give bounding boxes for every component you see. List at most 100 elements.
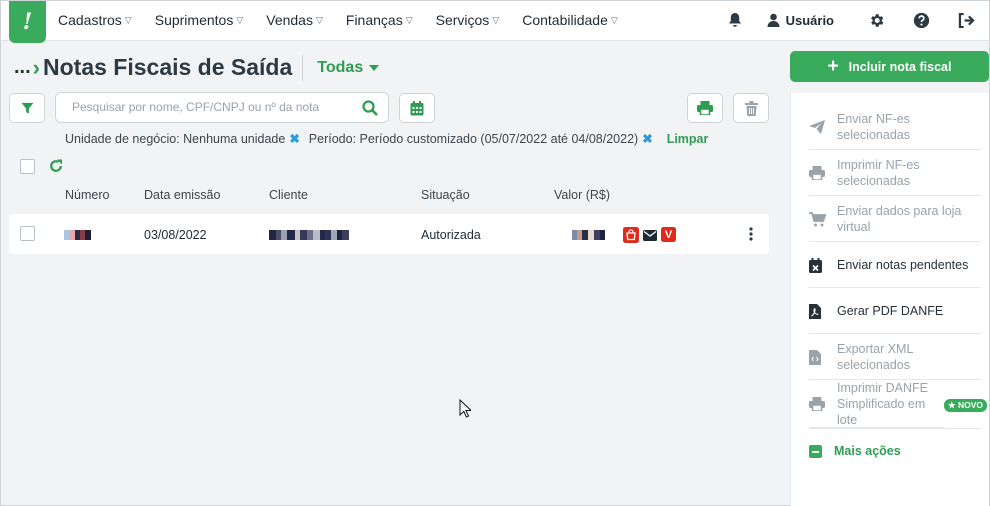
- remove-period-filter-icon[interactable]: ✖: [642, 131, 652, 146]
- status-filter-label: Todas: [317, 58, 364, 76]
- calendar-icon: [410, 100, 424, 115]
- menu-label: Cadastros: [58, 12, 122, 28]
- menu-label: Finanças: [345, 12, 403, 28]
- logout-icon[interactable]: [954, 8, 978, 32]
- action-label: Exportar XML selecionados: [837, 342, 913, 372]
- print-button[interactable]: [687, 93, 723, 123]
- pdf-icon: [809, 303, 837, 319]
- chevron-down-icon: ▽: [315, 14, 323, 25]
- delete-button[interactable]: [733, 93, 769, 123]
- filter-chip-unit: Unidade de negócio: Nenhuma unidade: [65, 131, 286, 146]
- send-icon: [809, 120, 837, 134]
- caret-down-icon: [369, 64, 380, 71]
- menu-cadastros[interactable]: Cadastros ▽: [58, 12, 132, 28]
- action-export-xml[interactable]: Exportar XML selecionados: [809, 335, 981, 380]
- divider: [809, 428, 981, 429]
- v-badge-label: V: [664, 228, 673, 241]
- action-print-nfe[interactable]: Imprimir NF-es selecionadas: [809, 151, 981, 196]
- action-send-nfe[interactable]: Enviar NF-es selecionadas: [809, 105, 981, 150]
- row-more-vertical-icon[interactable]: [748, 226, 754, 245]
- gear-icon[interactable]: [864, 8, 888, 32]
- action-label: Enviar notas pendentes: [837, 258, 969, 272]
- action-print-danfe-batch[interactable]: Imprimir DANFE Simplificado em lote: [809, 381, 945, 428]
- menu-vendas[interactable]: Vendas ▽: [266, 12, 323, 28]
- menu-suprimentos[interactable]: Suprimentos ▽: [155, 12, 244, 28]
- trash-icon: [744, 100, 758, 116]
- include-invoice-button[interactable]: + Incluir nota fiscal: [790, 51, 989, 82]
- cell-data-emissao: 03/08/2022: [144, 228, 207, 242]
- user-icon: [767, 13, 780, 27]
- select-all-checkbox[interactable]: [20, 159, 35, 174]
- print-icon: [809, 397, 837, 411]
- redacted-value: [572, 229, 605, 243]
- table-row[interactable]: 03/08/2022 Autorizada V: [9, 214, 769, 254]
- refresh-icon[interactable]: [49, 159, 63, 178]
- more-actions-label: Mais ações: [834, 444, 901, 458]
- redacted-client: [269, 229, 349, 243]
- search-icon[interactable]: [362, 100, 378, 121]
- app-logo[interactable]: !: [9, 1, 46, 43]
- filter-button[interactable]: [9, 93, 45, 123]
- search-box: [55, 92, 389, 123]
- active-filters: Unidade de negócio: Nenhuma unidade ✖ Pe…: [65, 131, 709, 147]
- plus-icon: +: [827, 56, 839, 77]
- chevron-down-icon: ▽: [405, 14, 413, 25]
- column-numero[interactable]: Número: [65, 188, 109, 202]
- menu-label: Vendas: [266, 12, 313, 28]
- cart-icon: [809, 211, 837, 227]
- column-valor[interactable]: Valor (R$): [554, 188, 610, 202]
- status-badge: Autorizada: [421, 228, 481, 242]
- v-badge-icon[interactable]: V: [661, 227, 676, 242]
- printer-icon: [697, 101, 713, 115]
- help-icon[interactable]: [909, 8, 933, 32]
- menu-label: Contabilidade: [522, 12, 608, 28]
- chevron-down-icon: ▽: [124, 14, 132, 25]
- include-invoice-label: Incluir nota fiscal: [848, 59, 952, 74]
- status-filter-dropdown[interactable]: Todas: [317, 58, 380, 77]
- user-name: Usuário: [785, 12, 834, 28]
- chevron-down-icon: ▽: [236, 14, 244, 25]
- column-data-emissao[interactable]: Data emissão: [144, 188, 220, 202]
- menu-label: Suprimentos: [154, 12, 234, 28]
- action-send-store[interactable]: Enviar dados para loja virtual: [809, 197, 981, 242]
- search-input[interactable]: [72, 100, 352, 114]
- main-menu: Cadastros ▽ Suprimentos ▽ Vendas ▽ Finanças…: [58, 1, 641, 39]
- envelope-icon[interactable]: [643, 230, 657, 244]
- menu-contabilidade[interactable]: Contabilidade ▽: [522, 12, 618, 28]
- notifications-bell-icon[interactable]: [723, 8, 747, 32]
- print-icon: [809, 166, 837, 180]
- menu-servicos[interactable]: Serviços ▽: [436, 12, 500, 28]
- page-header: ... › Notas Fiscais de Saída Todas: [14, 54, 380, 81]
- action-label: Enviar dados para loja virtual: [837, 204, 962, 234]
- actions-sidebar: Enviar NF-es selecionadas Imprimir NF-es…: [790, 93, 989, 506]
- user-menu[interactable]: Usuário: [767, 13, 834, 28]
- filter-chip-period: Período: Período customizado (05/07/2022…: [308, 131, 639, 146]
- menu-label: Serviços: [435, 12, 490, 28]
- novo-badge: ★ NOVO: [943, 399, 987, 412]
- logo-mark: !: [22, 9, 33, 35]
- redacted-number: [64, 229, 91, 243]
- column-situacao[interactable]: Situação: [421, 188, 470, 202]
- xml-file-icon: [809, 349, 837, 365]
- breadcrumb-back[interactable]: ...: [14, 56, 31, 79]
- funnel-icon: [20, 102, 34, 114]
- action-generate-pdf[interactable]: Gerar PDF DANFE: [809, 289, 981, 334]
- column-cliente[interactable]: Cliente: [269, 188, 308, 202]
- top-navbar: ! Cadastros ▽ Suprimentos ▽ Vendas ▽ Finanç…: [1, 1, 989, 43]
- menu-financas[interactable]: Finanças ▽: [346, 12, 413, 28]
- row-checkbox[interactable]: [20, 226, 35, 241]
- chevron-down-icon: ▽: [610, 14, 618, 25]
- mouse-cursor-icon: [459, 398, 473, 423]
- calendar-x-icon: [809, 257, 837, 273]
- more-actions-button[interactable]: Mais ações: [809, 444, 901, 458]
- remove-unit-filter-icon[interactable]: ✖: [289, 131, 299, 146]
- shopping-bag-icon[interactable]: [623, 227, 639, 246]
- divider: [302, 54, 304, 81]
- action-send-pending[interactable]: Enviar notas pendentes: [809, 243, 981, 288]
- action-label: Imprimir NF-es selecionadas: [837, 158, 920, 188]
- date-range-button[interactable]: [399, 93, 435, 123]
- chevron-down-icon: ▽: [492, 14, 500, 25]
- clear-filters-link[interactable]: Limpar: [667, 132, 709, 146]
- chevron-right-icon: ›: [32, 54, 40, 80]
- action-label: Gerar PDF DANFE: [837, 304, 944, 318]
